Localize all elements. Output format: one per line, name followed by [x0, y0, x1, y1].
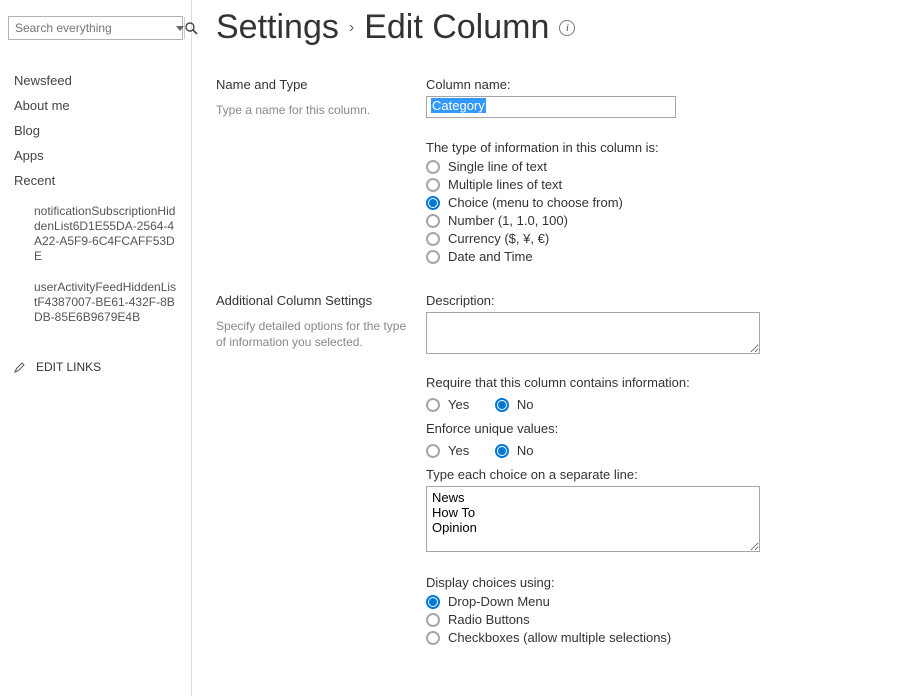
radio-icon[interactable]	[426, 595, 440, 609]
require-yes-label: Yes	[448, 397, 469, 412]
description-textarea[interactable]	[426, 312, 760, 354]
column-type-option[interactable]: Choice (menu to choose from)	[426, 195, 886, 210]
radio-icon[interactable]	[426, 178, 440, 192]
display-option[interactable]: Radio Buttons	[426, 612, 886, 627]
display-option-label: Checkboxes (allow multiple selections)	[448, 630, 671, 645]
column-name-label: Column name:	[426, 77, 886, 92]
column-type-option[interactable]: Multiple lines of text	[426, 177, 886, 192]
pencil-icon	[14, 361, 26, 373]
require-no-radio[interactable]	[495, 398, 509, 412]
radio-icon[interactable]	[426, 250, 440, 264]
column-name-input[interactable]: Category	[426, 96, 676, 118]
unique-radiogroup: Yes No	[426, 440, 886, 461]
page-title: Edit Column	[364, 8, 549, 47]
radio-icon[interactable]	[426, 613, 440, 627]
display-choices-label: Display choices using:	[426, 575, 886, 590]
column-type-option-label: Currency ($, ¥, €)	[448, 231, 549, 246]
chevron-right-icon: ›	[349, 19, 354, 37]
column-type-option[interactable]: Number (1, 1.0, 100)	[426, 213, 886, 228]
column-type-option[interactable]: Date and Time	[426, 249, 886, 264]
column-type-option-label: Single line of text	[448, 159, 547, 174]
section-subtext: Type a name for this column.	[216, 102, 410, 118]
breadcrumb-root[interactable]: Settings	[216, 8, 339, 47]
nav-recent-item-1[interactable]: userActivityFeedHiddenListF4387007-BE61-…	[8, 275, 183, 330]
info-icon[interactable]: i	[559, 20, 575, 36]
display-option-label: Drop-Down Menu	[448, 594, 550, 609]
nav-recent-item-0[interactable]: notificationSubscriptionHiddenList6D1E55…	[8, 199, 183, 269]
column-type-option-label: Number (1, 1.0, 100)	[448, 213, 568, 228]
display-option[interactable]: Drop-Down Menu	[426, 594, 886, 609]
radio-icon[interactable]	[426, 631, 440, 645]
section-subtext: Specify detailed options for the type of…	[216, 318, 410, 350]
nav-newsfeed[interactable]: Newsfeed	[8, 68, 183, 93]
column-type-option[interactable]: Single line of text	[426, 159, 886, 174]
column-name-value: Category	[431, 98, 486, 113]
section-name-and-type: Name and Type Type a name for this colum…	[216, 77, 922, 267]
nav-blog[interactable]: Blog	[8, 118, 183, 143]
section-additional-settings: Additional Column Settings Specify detai…	[216, 293, 922, 648]
column-type-radiogroup: Single line of text Multiple lines of tex…	[426, 159, 886, 264]
unique-no-label: No	[517, 443, 534, 458]
edit-links-label: EDIT LINKS	[36, 360, 101, 374]
nav-recent[interactable]: Recent	[8, 168, 183, 193]
section-heading: Name and Type	[216, 77, 410, 92]
choices-textarea[interactable]	[426, 486, 760, 552]
column-type-option-label: Choice (menu to choose from)	[448, 195, 623, 210]
search-icon	[185, 22, 198, 35]
display-option-label: Radio Buttons	[448, 612, 530, 627]
radio-icon[interactable]	[426, 232, 440, 246]
column-type-option-label: Date and Time	[448, 249, 533, 264]
require-yes-radio[interactable]	[426, 398, 440, 412]
search-scope-dropdown[interactable]	[176, 17, 184, 39]
display-option[interactable]: Checkboxes (allow multiple selections)	[426, 630, 886, 645]
edit-links[interactable]: EDIT LINKS	[8, 360, 183, 374]
breadcrumb: Settings › Edit Column i	[216, 8, 922, 47]
radio-icon[interactable]	[426, 160, 440, 174]
nav-apps[interactable]: Apps	[8, 143, 183, 168]
column-type-intro: The type of information in this column i…	[426, 140, 886, 155]
unique-yes-radio[interactable]	[426, 444, 440, 458]
choices-label: Type each choice on a separate line:	[426, 467, 886, 482]
column-type-option-label: Multiple lines of text	[448, 177, 562, 192]
radio-icon[interactable]	[426, 214, 440, 228]
radio-icon[interactable]	[426, 196, 440, 210]
left-nav: Newsfeed About me Blog Apps Recent notif…	[0, 0, 192, 696]
unique-label: Enforce unique values:	[426, 421, 886, 436]
search-box	[8, 16, 183, 40]
search-button[interactable]	[184, 17, 198, 39]
nav-about-me[interactable]: About me	[8, 93, 183, 118]
unique-yes-label: Yes	[448, 443, 469, 458]
description-label: Description:	[426, 293, 886, 308]
search-input[interactable]	[9, 17, 176, 39]
main-content: Settings › Edit Column i Name and Type T…	[192, 0, 922, 696]
section-heading: Additional Column Settings	[216, 293, 410, 308]
column-type-option[interactable]: Currency ($, ¥, €)	[426, 231, 886, 246]
require-radiogroup: Yes No	[426, 394, 886, 415]
require-label: Require that this column contains inform…	[426, 375, 886, 390]
display-choices-radiogroup: Drop-Down Menu Radio Buttons Checkboxes (a…	[426, 594, 886, 645]
require-no-label: No	[517, 397, 534, 412]
unique-no-radio[interactable]	[495, 444, 509, 458]
